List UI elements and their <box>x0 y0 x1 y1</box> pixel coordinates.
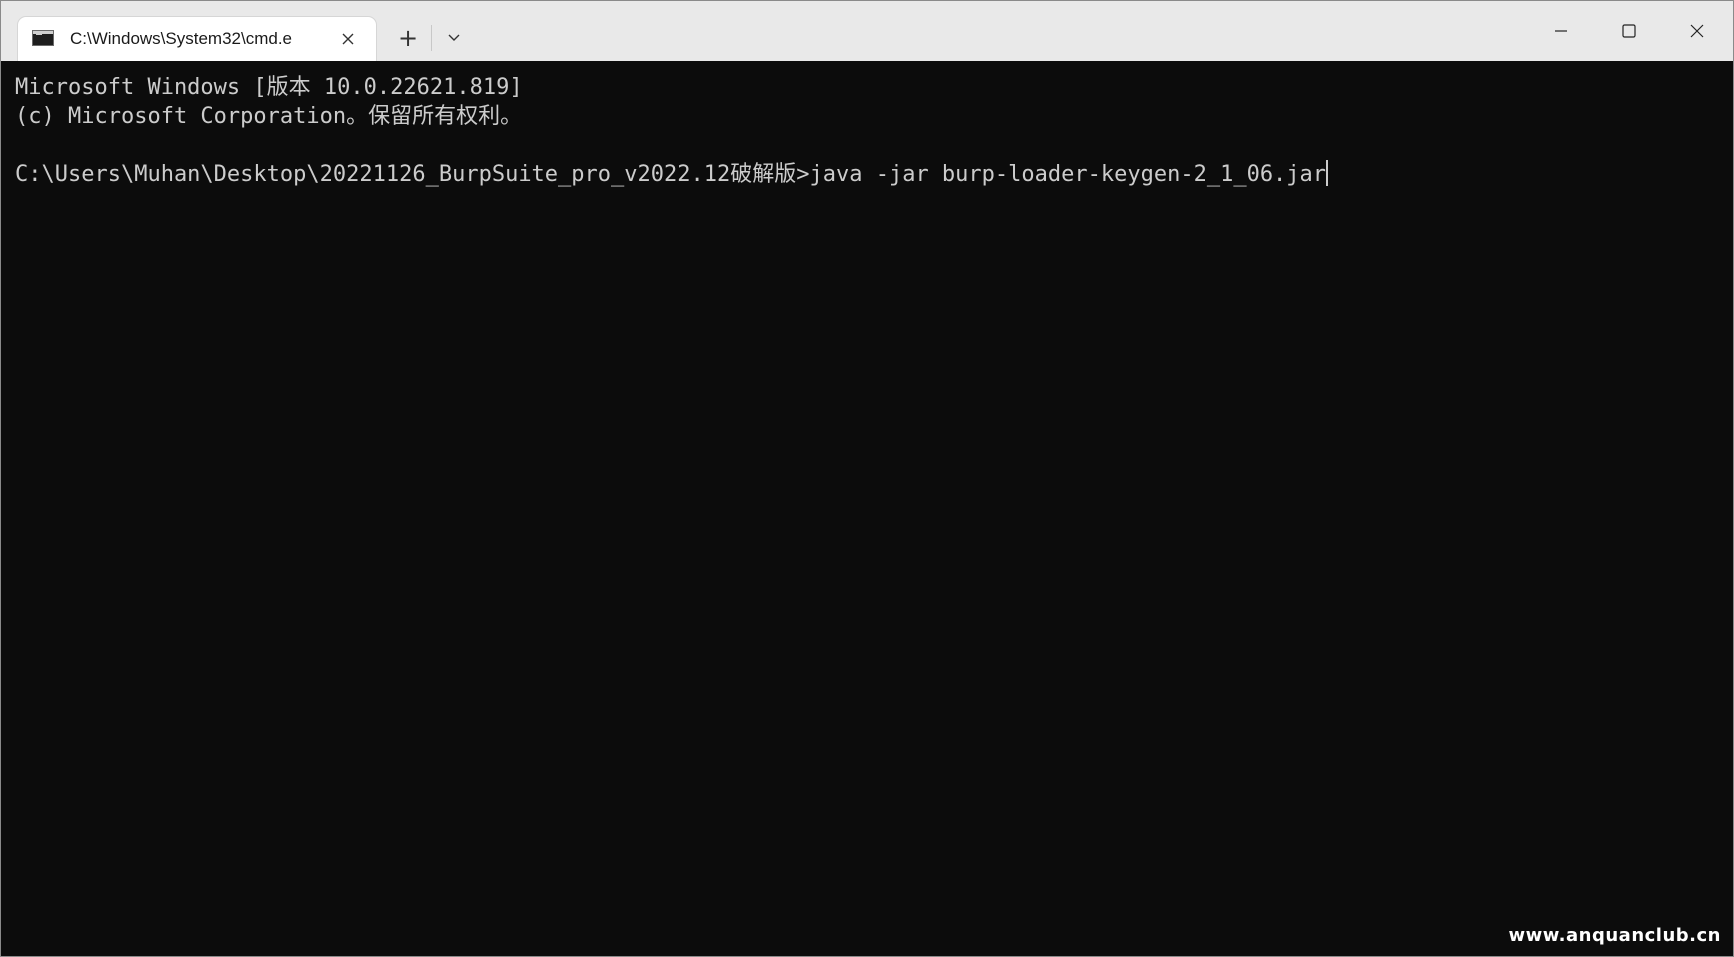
maximize-button[interactable] <box>1595 1 1663 61</box>
terminal-line-version: Microsoft Windows [版本 10.0.22621.819] <box>15 75 523 100</box>
tab-cmd[interactable]: C:\Windows\System32\cmd.e <box>18 17 376 61</box>
watermark: www.anquanclub.cn <box>1508 925 1721 946</box>
tab-dropdown-button[interactable] <box>437 21 471 55</box>
terminal-icon <box>32 30 54 46</box>
chevron-down-icon <box>448 34 460 41</box>
text-cursor <box>1326 160 1329 186</box>
plus-icon: + <box>397 24 419 52</box>
close-tab-icon <box>342 33 354 45</box>
minimize-icon <box>1555 30 1567 32</box>
terminal-line-prompt[interactable]: C:\Users\Muhan\Desktop\20221126_BurpSuit… <box>15 160 1731 189</box>
command-text: C:\Users\Muhan\Desktop\20221126_BurpSuit… <box>15 162 1327 187</box>
title-bar[interactable]: C:\Windows\System32\cmd.e + <box>1 1 1733 61</box>
tab-divider <box>431 25 432 51</box>
minimize-button[interactable] <box>1527 1 1595 61</box>
new-tab-button[interactable]: + <box>391 21 425 55</box>
maximize-icon <box>1622 24 1636 38</box>
terminal-output[interactable]: Microsoft Windows [版本 10.0.22621.819] (c… <box>1 61 1731 956</box>
close-tab-button[interactable] <box>332 23 364 55</box>
scrollbar[interactable] <box>1729 61 1733 956</box>
terminal-line-copyright: (c) Microsoft Corporation。保留所有权利。 <box>15 104 523 129</box>
tab-title: C:\Windows\System32\cmd.e <box>70 29 293 48</box>
close-icon <box>1690 24 1704 38</box>
terminal-window: C:\Windows\System32\cmd.e + Microsoft Wi… <box>0 0 1734 957</box>
close-window-button[interactable] <box>1663 1 1731 61</box>
